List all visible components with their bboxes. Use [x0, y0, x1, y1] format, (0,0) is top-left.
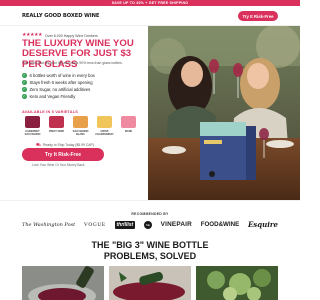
- varietal-item[interactable]: CABERNET SAUVIGNON: [22, 116, 43, 136]
- check-icon: ✓: [22, 93, 27, 99]
- varietal-item[interactable]: CRISP CHARDONNAY: [94, 116, 115, 136]
- feature-text: 6 bottles worth of wine in every box: [29, 73, 95, 78]
- check-icon: ✓: [22, 79, 27, 85]
- problem-image-pouring: [22, 266, 104, 300]
- problem-image-grapes: [196, 266, 278, 300]
- brand-logo[interactable]: REALLY GOOD BOXED WINE: [22, 13, 99, 19]
- rating-text: Over 6,000 Happy Wine Drinkers: [45, 33, 98, 38]
- problems-section-title: The "Big 3" wine bottle problems, solved: [0, 240, 300, 261]
- press-section: RECOMMENDED BY The Washington Post VOGUE…: [0, 200, 300, 234]
- site-header: REALLY GOOD BOXED WINE Try It Risk-Free: [0, 6, 300, 26]
- press-logos: The Washington Post VOGUE thrillist SE V…: [22, 220, 278, 229]
- promo-text: SAVE UP TO 30% + GET FREE SHIPPING: [111, 1, 189, 5]
- hero-headline: The luxury wine you deserve for just $3 …: [22, 38, 134, 70]
- hero-cta-button[interactable]: Try It Risk-Free: [22, 148, 104, 161]
- varietal-name: CRISP CHARDONNAY: [95, 129, 114, 136]
- guarantee-note: Love Your Wine Or Your Money Back: [32, 163, 85, 167]
- feature-item: ✓ Keto and Vegan Friendly: [22, 93, 142, 100]
- feature-text: Keto and Vegan Friendly: [29, 94, 76, 99]
- wine-pouring-sink-photo: [22, 266, 104, 300]
- feature-item: ✓ 6 bottles worth of wine in every box: [22, 72, 142, 79]
- feature-item: ✓ Zero Sugar, no artificial additives: [22, 86, 142, 93]
- hero-photo: [148, 26, 300, 200]
- press-label: RECOMMENDED BY: [131, 212, 169, 216]
- feature-item: ✓ Stays fresh 6 weeks after opening: [22, 79, 142, 86]
- wine-box: [200, 122, 256, 180]
- check-icon: ✓: [22, 86, 27, 92]
- problems-title-line2: problems, solved: [103, 250, 197, 261]
- header-cta-button[interactable]: Try It Risk-Free: [238, 11, 278, 21]
- feature-text: Stays fresh 6 weeks after opening: [29, 80, 93, 85]
- wine-box-icon: [25, 116, 40, 128]
- check-icon: ✓: [22, 72, 27, 78]
- serious-eats-logo: SE: [143, 220, 152, 229]
- grapes-vineyard-photo: [196, 266, 278, 300]
- varietal-name: SAUVIGNON BLANC: [72, 129, 89, 136]
- varietal-name: ROSÉ: [124, 129, 133, 133]
- varietal-item[interactable]: SAUVIGNON BLANC: [70, 116, 91, 136]
- feature-text: Zero Sugar, no artificial additives: [29, 87, 91, 92]
- hero-content: ★★★★★ Over 6,000 Happy Wine Drinkers The…: [0, 26, 148, 200]
- problems-title-line1: The "Big 3" wine bottle: [91, 240, 209, 250]
- varietal-item[interactable]: PINOT NOIR: [46, 116, 67, 136]
- varietal-list: CABERNET SAUVIGNON PINOT NOIR SAUVIGNON …: [22, 116, 139, 136]
- ship-note-text: Ready to Ship Today ($5.99 CAP): [43, 143, 94, 147]
- hero-subtext: Fine wine that fits your life and costs …: [22, 61, 123, 65]
- wine-box-icon: [121, 116, 136, 128]
- food-and-wine-logo: FOOD&WINE: [200, 221, 240, 228]
- wine-box-icon: [73, 116, 88, 128]
- vogue-logo: VOGUE: [83, 221, 106, 228]
- varietal-item[interactable]: ROSÉ: [118, 116, 139, 136]
- problem-image-broken-bottle: [109, 266, 191, 300]
- esquire-logo: Esquire: [247, 220, 278, 229]
- varietal-name: CABERNET SAUVIGNON: [24, 129, 41, 136]
- varietal-name: PINOT NOIR: [48, 129, 65, 133]
- thrillist-logo: thrillist: [114, 220, 136, 229]
- wine-box-icon: [97, 116, 112, 128]
- vinepair-logo: VINEPAIR: [160, 221, 192, 228]
- feature-list: ✓ 6 bottles worth of wine in every box ✓…: [22, 72, 142, 100]
- broken-bottle-photo: [109, 266, 191, 300]
- friends-drinking-wine-photo: [148, 26, 300, 200]
- varietals-label: AVAILABLE IN 5 VARIETALS: [22, 110, 78, 114]
- washington-post-logo: The Washington Post: [22, 221, 76, 228]
- wine-box-icon: [49, 116, 64, 128]
